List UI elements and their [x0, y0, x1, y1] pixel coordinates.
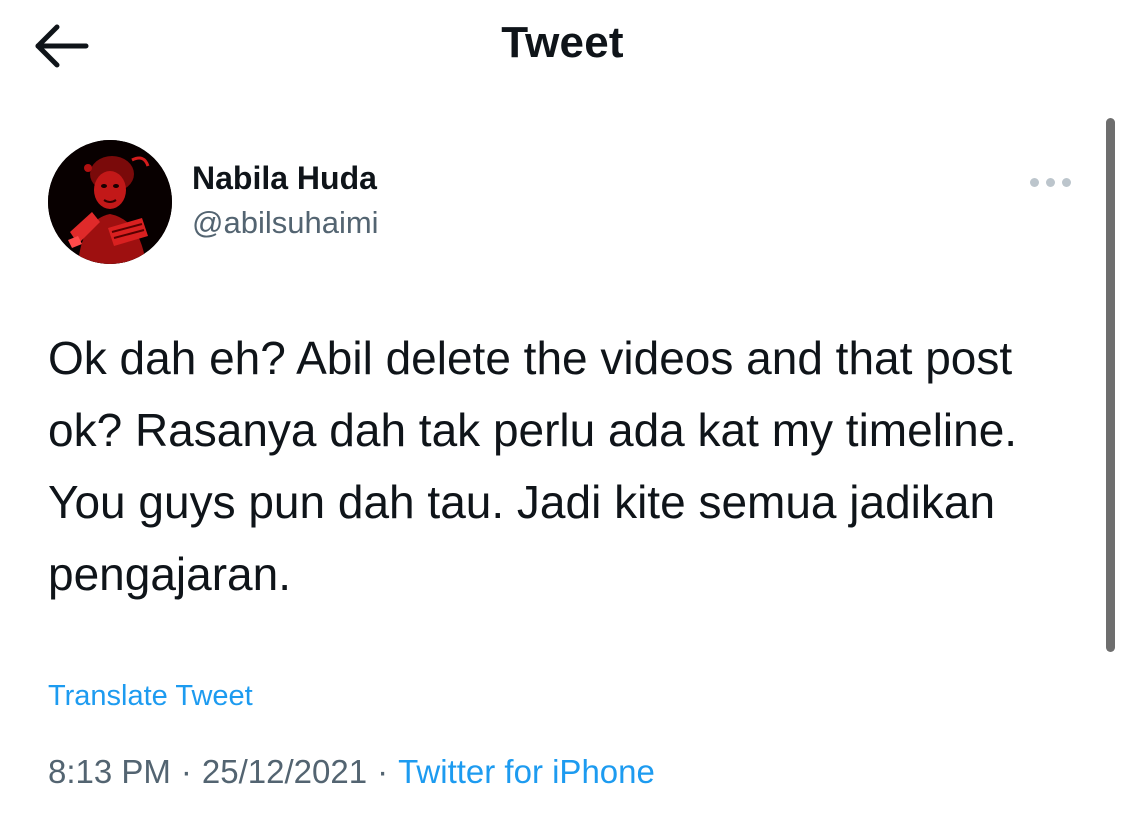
avatar[interactable] — [48, 140, 172, 264]
meta-separator: · — [377, 753, 389, 790]
meta-separator: · — [180, 753, 192, 790]
top-bar: Tweet — [0, 0, 1125, 95]
ellipsis-icon — [1030, 178, 1039, 187]
tweet-time: 8:13 PM — [48, 753, 171, 790]
more-options-button[interactable] — [1022, 165, 1078, 199]
avatar-photo — [48, 140, 172, 264]
tweet-date: 25/12/2021 — [201, 753, 368, 790]
tweet-metadata: 8:13 PM · 25/12/2021 · Twitter for iPhone — [48, 753, 655, 791]
ellipsis-icon — [1046, 178, 1055, 187]
translate-tweet-link[interactable]: Translate Tweet — [48, 680, 253, 713]
page-title: Tweet — [501, 18, 624, 67]
scrollbar[interactable] — [1106, 118, 1115, 652]
tweet-text: Ok dah eh? Abil delete the videos and th… — [48, 332, 1018, 600]
author-display-name[interactable]: Nabila Huda — [192, 160, 377, 197]
ellipsis-icon — [1062, 178, 1071, 187]
author-handle[interactable]: @abilsuhaimi — [192, 205, 379, 241]
tweet-source-link[interactable]: Twitter for iPhone — [398, 753, 655, 790]
